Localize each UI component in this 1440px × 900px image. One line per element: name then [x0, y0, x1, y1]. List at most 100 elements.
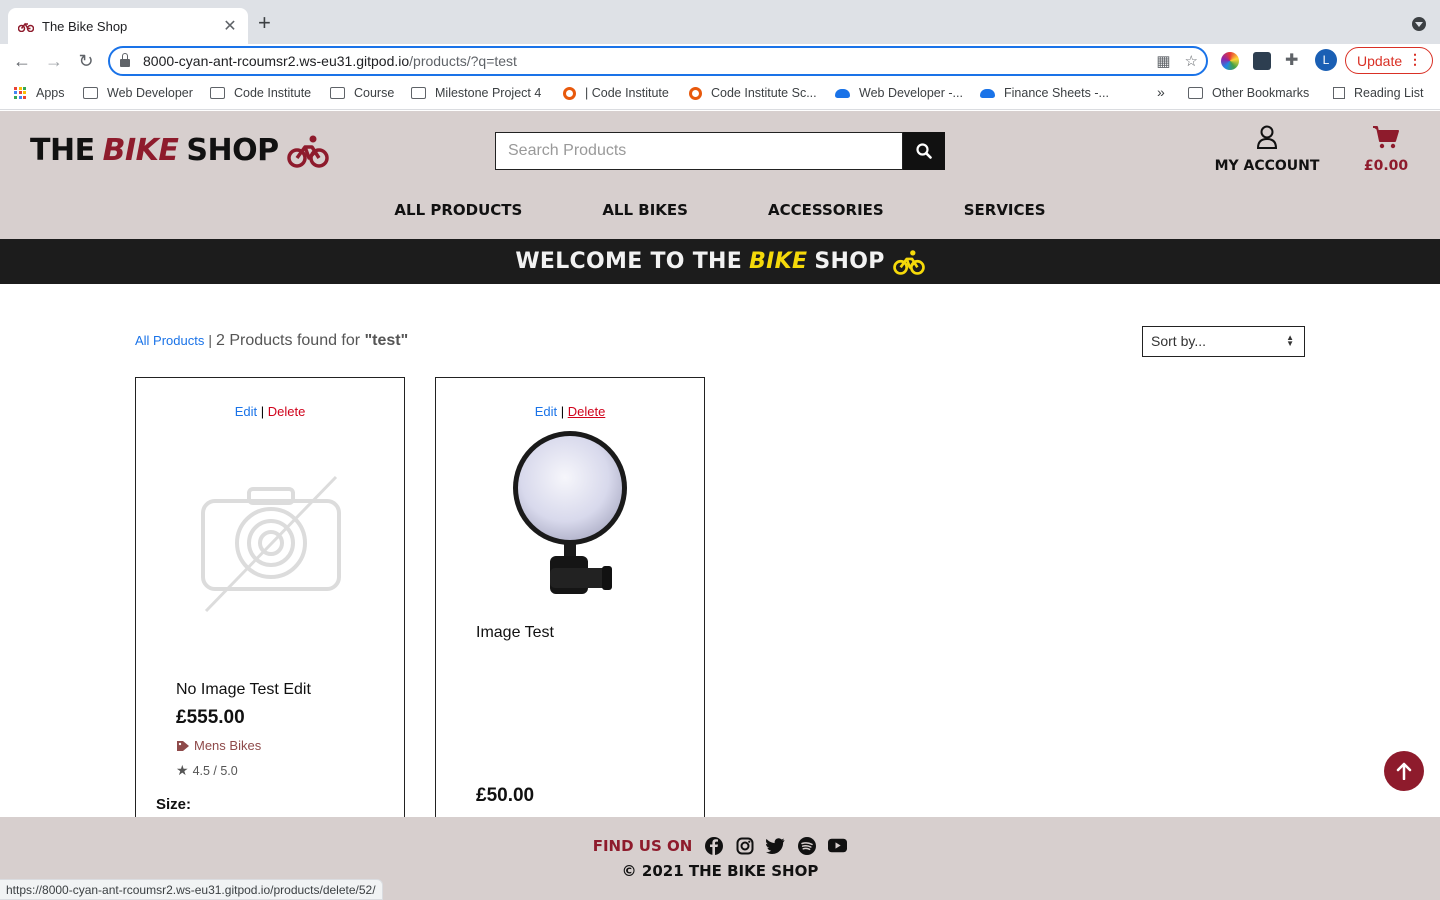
menu-dots-icon: ⋮ [1408, 51, 1422, 67]
bookmark-other[interactable]: Other Bookmarks [1188, 86, 1309, 100]
bookmark-apps[interactable]: Apps [14, 86, 65, 100]
shopping-bag-link[interactable]: £0.00 [1358, 125, 1414, 174]
forward-icon[interactable]: → [42, 49, 66, 73]
copyright: © 2021 THE BIKE SHOP [621, 862, 819, 880]
back-to-top-button[interactable] [1384, 751, 1424, 791]
bookmark-label: Web Developer -... [859, 86, 963, 100]
youtube-icon[interactable] [828, 836, 848, 855]
address-bar[interactable]: 8000-cyan-ant-rcoumsr2.ws-eu31.gitpod.io… [108, 46, 1208, 76]
nav-services[interactable]: SERVICES [964, 201, 1046, 219]
tab-close-icon[interactable]: ✕ [222, 16, 238, 36]
reload-icon[interactable]: ↻ [74, 49, 98, 73]
delete-link[interactable]: Delete [568, 404, 606, 419]
size-label: Size: [156, 796, 192, 813]
lock-icon [120, 53, 130, 67]
search-button[interactable] [903, 132, 945, 170]
user-icon [1256, 125, 1278, 149]
search-input[interactable] [495, 132, 903, 170]
category-label: Mens Bikes [194, 738, 262, 753]
product-card[interactable]: Edit | Delete Image Test £50.00 [435, 377, 705, 837]
code-institute-icon [563, 86, 576, 100]
nav-all-products[interactable]: ALL PRODUCTS [394, 201, 522, 219]
bookmark-label: Milestone Project 4 [435, 86, 542, 100]
tab-title: The Bike Shop [42, 18, 128, 34]
no-image-placeholder-icon [201, 475, 341, 613]
search-icon [916, 143, 932, 159]
folder-icon [83, 87, 98, 99]
bookmark-code-institute-sc[interactable]: Code Institute Sc... [689, 86, 817, 100]
profile-avatar[interactable]: L [1315, 49, 1337, 71]
bookmark-label: Course [354, 86, 395, 100]
bar-end-mirror-image[interactable] [510, 428, 630, 603]
spotify-icon[interactable] [797, 836, 816, 855]
extensions-puzzle-icon[interactable]: ✚ [1285, 50, 1303, 69]
edit-link[interactable]: Edit [235, 404, 257, 419]
site-logo[interactable]: THE BIKE SHOP [30, 133, 329, 168]
update-label: Update [1357, 52, 1403, 69]
tag-icon [177, 740, 189, 751]
sort-select[interactable]: Sort by... ▲ ▼ [1142, 326, 1305, 357]
reading-list-label: Reading List [1354, 86, 1424, 100]
browser-toolbar: ← → ↻ 8000-cyan-ant-rcoumsr2.ws-eu31.git… [0, 44, 1440, 78]
bookmark-star-icon[interactable]: ☆ [1185, 52, 1198, 70]
apps-grid-icon [14, 86, 27, 100]
bookmark-finance-sheets[interactable]: Finance Sheets -... [980, 86, 1109, 100]
code-institute-icon [689, 86, 702, 100]
arrow-up-icon [1396, 762, 1412, 780]
bike-favicon-icon [18, 22, 34, 32]
product-price: £555.00 [176, 707, 245, 728]
bookmark-web-developer[interactable]: Web Developer [83, 86, 193, 100]
bookmark-milestone[interactable]: Milestone Project 4 [411, 86, 541, 100]
color-picker-extension-icon[interactable] [1221, 52, 1239, 70]
screenshot-extension-icon[interactable] [1253, 52, 1271, 70]
product-price: £50.00 [476, 785, 535, 806]
logo-bike: BIKE [102, 133, 179, 168]
cart-total: £0.00 [1363, 158, 1409, 174]
product-category-link[interactable]: Mens Bikes [176, 738, 261, 753]
separator: | [208, 332, 213, 348]
search-form [495, 132, 945, 170]
nav-accessories[interactable]: ACCESSORIES [768, 201, 884, 219]
reading-list[interactable]: Reading List [1333, 86, 1424, 100]
bookmark-course[interactable]: Course [330, 86, 394, 100]
update-button[interactable]: Update ⋮ [1345, 47, 1433, 74]
my-account-label: MY ACCOUNT [1214, 158, 1320, 174]
find-us-label: FIND US ON [592, 836, 693, 855]
bookmark-web-developer-doc[interactable]: Web Developer -... [835, 86, 963, 100]
bookmark-label: Web Developer [107, 86, 193, 100]
site-header: THE BIKE SHOP MY ACCOUNT [0, 111, 1440, 239]
edit-link[interactable]: Edit [535, 404, 557, 419]
product-card[interactable]: Edit | Delete No Image Test Edit £555.00… [135, 377, 405, 837]
facebook-icon[interactable] [704, 836, 723, 855]
delete-link[interactable]: Delete [268, 404, 306, 419]
browser-status-bar: https://8000-cyan-ant-rcoumsr2.ws-eu31.g… [0, 879, 383, 900]
my-account-link[interactable]: MY ACCOUNT [1210, 125, 1324, 174]
bookmarks-bar: Apps Web Developer Code Institute Course… [0, 78, 1440, 110]
results-summary: All Products | 2 Products found for "tes… [135, 332, 408, 350]
qr-code-icon[interactable]: ▦ [1156, 52, 1170, 70]
star-icon: ★ [176, 762, 189, 778]
bookmark-code-institute-site[interactable]: | Code Institute [563, 86, 669, 100]
folder-icon [411, 87, 426, 99]
main-nav: ALL PRODUCTS ALL BIKES ACCESSORIES SERVI… [0, 201, 1440, 219]
back-icon[interactable]: ← [10, 49, 34, 73]
product-name[interactable]: Image Test [476, 624, 554, 642]
logo-shop: SHOP [186, 133, 279, 168]
bookmark-code-institute[interactable]: Code Institute [210, 86, 311, 100]
admin-actions: Edit | Delete [534, 404, 606, 419]
twitter-icon[interactable] [766, 836, 785, 855]
more-bookmarks-icon[interactable]: » [1157, 84, 1165, 100]
cyclist-banner-icon [892, 249, 925, 275]
product-name[interactable]: No Image Test Edit [176, 681, 311, 699]
folder-icon [210, 87, 225, 99]
banner-shop: SHOP [814, 249, 885, 274]
bookmark-label: Code Institute Sc... [711, 86, 817, 100]
folder-icon [330, 87, 345, 99]
new-tab-button[interactable]: + [258, 12, 271, 34]
tab-search-icon[interactable] [1412, 17, 1426, 31]
browser-tab[interactable]: The Bike Shop ✕ [8, 8, 248, 44]
all-products-link[interactable]: All Products [135, 333, 204, 348]
search-query: "test" [364, 332, 409, 349]
instagram-icon[interactable] [735, 836, 754, 855]
nav-all-bikes[interactable]: ALL BIKES [602, 201, 688, 219]
